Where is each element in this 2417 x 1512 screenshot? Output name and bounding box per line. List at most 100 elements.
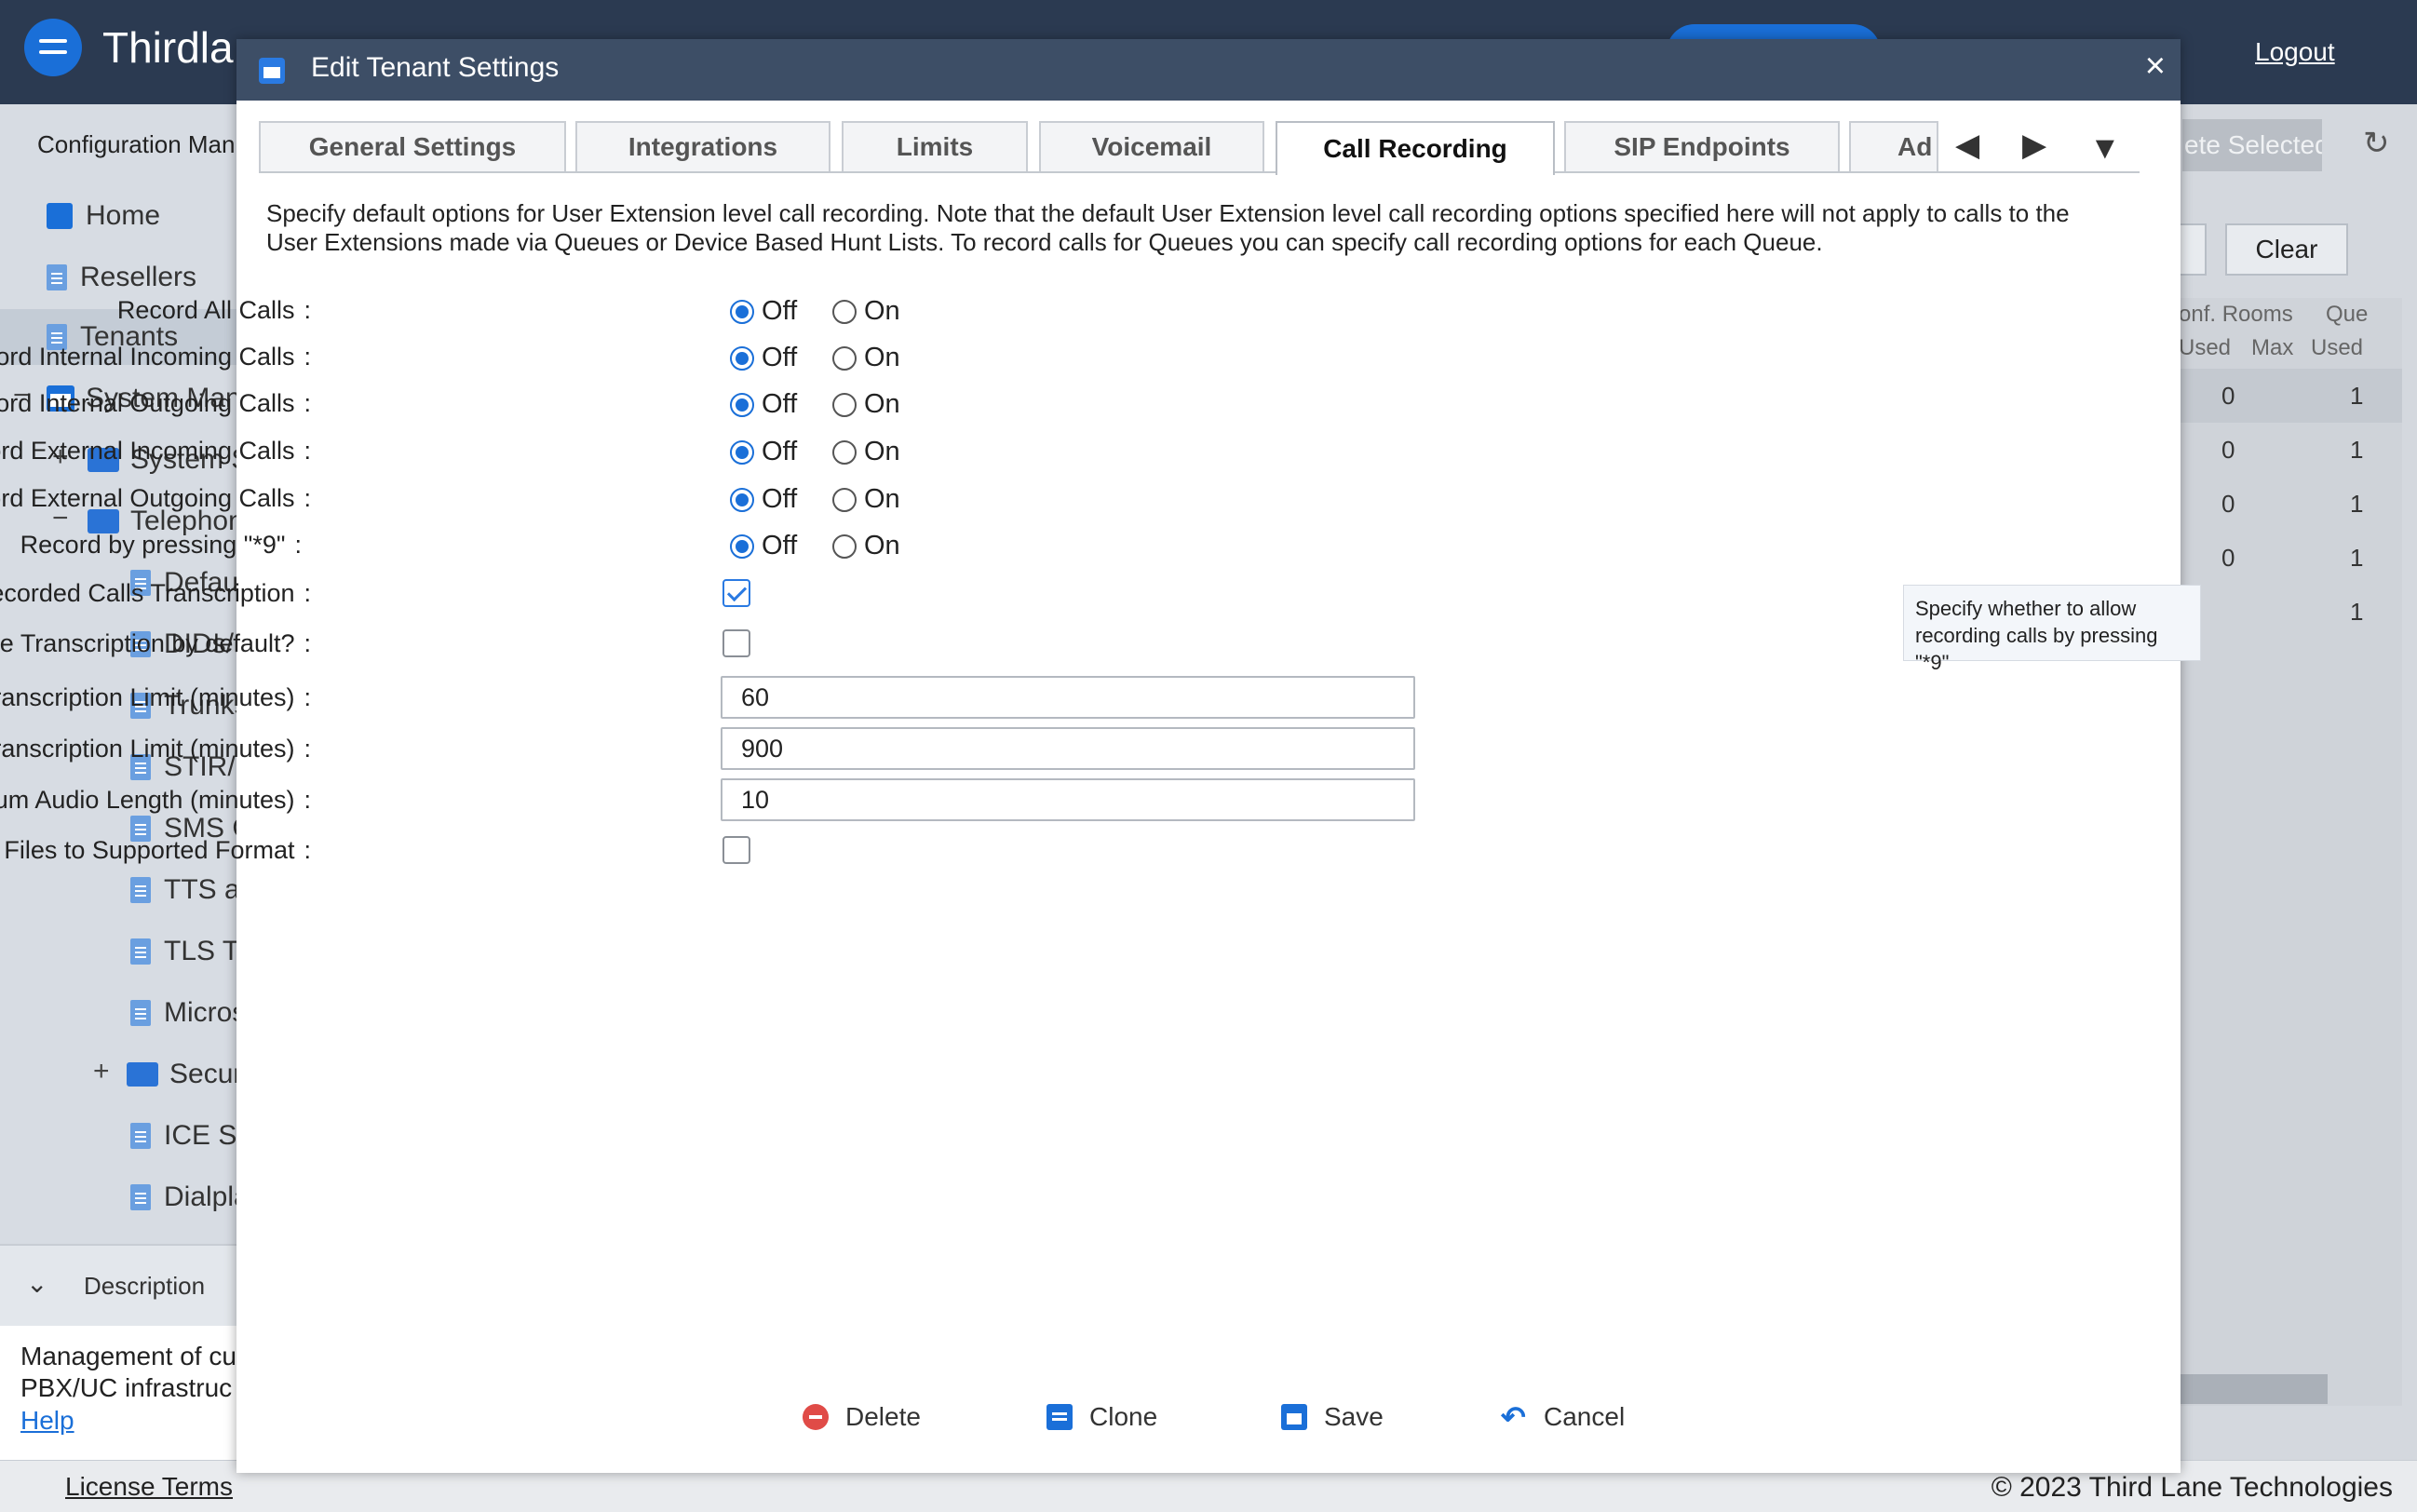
horizontal-scrollbar[interactable] (2179, 1374, 2328, 1404)
sidebar-item-home[interactable]: Home (47, 188, 160, 244)
daily-limit-input[interactable]: 60 (721, 676, 1415, 719)
field-label: Allow Recorded Calls Transcription: (0, 579, 311, 607)
radio-icon[interactable] (730, 392, 754, 417)
tab-general-settings[interactable]: General Settings (259, 121, 566, 171)
tooltip: Specify whether to allow recording calls… (1903, 585, 2201, 674)
tooltip-line: recording calls by pressing "*9" (1915, 624, 2158, 674)
radio-icon[interactable] (730, 299, 754, 324)
sidebar-item-tls[interactable]: TLS Tr (130, 924, 248, 979)
save-button[interactable]: Save (1281, 1402, 1384, 1432)
radio-label: On (864, 437, 900, 466)
column-header-queues[interactable]: Que (2326, 302, 2368, 328)
tab-scroll-right-icon[interactable]: ▶ (2022, 127, 2046, 164)
column-header-max[interactable]: Max (2251, 335, 2293, 361)
monthly-limit-input[interactable]: 900 (721, 727, 1415, 770)
radio-icon[interactable] (832, 392, 857, 417)
home-icon (47, 203, 73, 229)
chevron-down-icon[interactable]: ⌄ (26, 1268, 47, 1299)
document-icon (130, 1184, 151, 1210)
max-audio-length-input[interactable]: 10 (721, 778, 1415, 821)
radio-label: On (864, 531, 900, 560)
radio-on[interactable]: On (832, 531, 900, 561)
expand-icon[interactable]: + (93, 1056, 110, 1087)
radio-label: Off (762, 343, 798, 372)
column-header-conf-rooms[interactable]: onf. Rooms (2179, 302, 2293, 328)
radio-on[interactable]: On (832, 343, 900, 373)
document-icon (47, 264, 67, 290)
description-header[interactable]: ⌄ Description (0, 1244, 236, 1326)
clone-label: Clone (1089, 1402, 1158, 1431)
radio-icon[interactable] (832, 439, 857, 465)
radio-icon[interactable] (730, 439, 754, 465)
tab-scroll-left-icon[interactable]: ◀ (1955, 127, 1979, 164)
clear-button[interactable]: Clear (2225, 223, 2348, 276)
sidebar-item-security[interactable]: Securi (127, 1046, 249, 1102)
radio-off[interactable]: Off (730, 531, 797, 561)
logout-link[interactable]: Logout (2255, 37, 2335, 67)
radio-off[interactable]: Off (730, 389, 797, 420)
column-header-used[interactable]: Used (2311, 335, 2363, 361)
sidebar-item-tts[interactable]: TTS a (130, 862, 240, 918)
radio-off[interactable]: Off (730, 296, 797, 327)
tab-bar: General Settings Integrations Limits Voi… (259, 121, 2140, 175)
radio-icon[interactable] (730, 533, 754, 559)
radio-icon[interactable] (832, 299, 857, 324)
help-link[interactable]: Help (20, 1406, 74, 1436)
edit-tenant-dialog: Edit Tenant Settings × General Settings … (0, 39, 2201, 1473)
dialog-header[interactable]: Edit Tenant Settings × (236, 39, 2181, 101)
field-label: Record by pressing "*9": (20, 531, 302, 559)
radio-icon[interactable] (730, 487, 754, 512)
sidebar-item-dialplan[interactable]: Dialpla (130, 1169, 250, 1225)
field-label: Enable Transcription by default?: (0, 629, 311, 657)
sidebar-item-ice[interactable]: ICE Se (130, 1108, 252, 1164)
delete-selected-button[interactable]: ete Selected (2182, 119, 2322, 171)
radio-icon[interactable] (730, 345, 754, 371)
radio-on[interactable]: On (832, 484, 900, 515)
convert-files-checkbox[interactable] (722, 836, 750, 864)
tab-limits[interactable]: Limits (842, 121, 1028, 171)
tab-sip-endpoints[interactable]: SIP Endpoints (1564, 121, 1840, 171)
radio-icon[interactable] (832, 533, 857, 559)
sidebar-item-label: TLS Tr (164, 936, 249, 966)
table-row[interactable]: 0 1 (2179, 531, 2402, 585)
radio-on[interactable]: On (832, 437, 900, 467)
sidebar-item-microsoft[interactable]: Micros (130, 985, 246, 1041)
radio-on[interactable]: On (832, 296, 900, 327)
radio-off[interactable]: Off (730, 484, 797, 515)
delete-button[interactable]: Delete (803, 1402, 921, 1432)
refresh-icon[interactable]: ↻ (2363, 125, 2390, 162)
conf-used-cell: 0 (2221, 382, 2235, 410)
tab-integrations[interactable]: Integrations (575, 121, 830, 171)
description-line: Management of cu (20, 1342, 236, 1370)
save-label: Save (1324, 1402, 1384, 1431)
radio-label: On (864, 484, 900, 514)
sidebar-title: Configuration Man (37, 130, 236, 158)
search-button[interactable] (2179, 223, 2207, 276)
table-row[interactable]: 0 1 (2179, 423, 2402, 477)
radio-off[interactable]: Off (730, 343, 797, 373)
cancel-button[interactable]: ↶ Cancel (1501, 1402, 1625, 1432)
table-row[interactable]: 0 1 (2179, 369, 2402, 423)
radio-icon[interactable] (832, 487, 857, 512)
radio-icon[interactable] (832, 345, 857, 371)
allow-transcription-checkbox[interactable] (722, 579, 750, 607)
document-icon (130, 938, 151, 965)
sidebar-item-label: TTS a (164, 874, 240, 905)
table-row[interactable]: 0 1 (2179, 477, 2402, 531)
tab-voicemail[interactable]: Voicemail (1039, 121, 1264, 171)
close-icon[interactable]: × (2145, 47, 2166, 87)
tab-call-recording[interactable]: Call Recording (1276, 121, 1555, 175)
table-row[interactable]: 1 (2179, 585, 2402, 639)
logo-icon (24, 19, 82, 76)
enable-transcription-checkbox[interactable] (722, 629, 750, 657)
radio-on[interactable]: On (832, 389, 900, 420)
intro-text: Specify default options for User Extensi… (266, 199, 2128, 257)
tab-advanced[interactable]: Ad (1849, 121, 1938, 171)
column-header-used[interactable]: Used (2179, 335, 2231, 361)
clone-button[interactable]: Clone (1046, 1402, 1157, 1432)
radio-off[interactable]: Off (730, 437, 797, 467)
tab-menu-icon[interactable]: ▼ (2089, 130, 2121, 167)
sidebar-item-label: Resellers (80, 262, 197, 292)
queue-used-cell: 1 (2350, 598, 2364, 626)
license-terms-link[interactable]: License Terms (65, 1472, 233, 1502)
